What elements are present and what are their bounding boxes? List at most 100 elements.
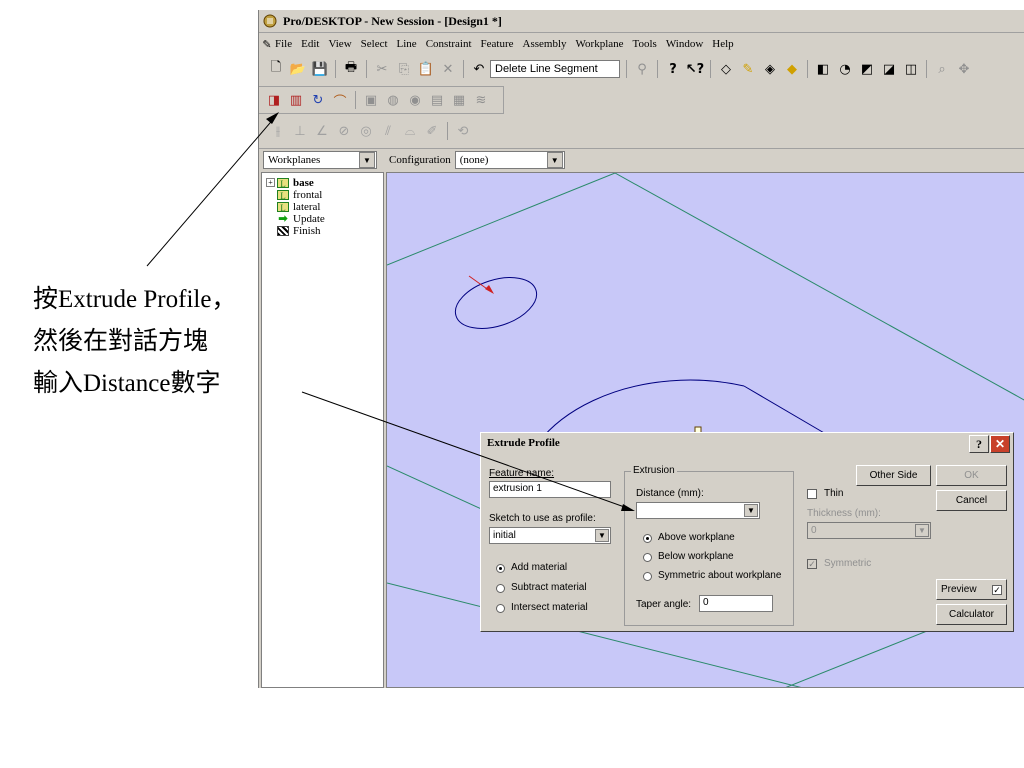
mouse-icon[interactable]: ⚲ <box>631 58 653 80</box>
draft-icon[interactable]: ▤ <box>426 89 448 111</box>
menu-file[interactable]: File <box>275 38 292 50</box>
thin-checkbox[interactable] <box>807 489 817 499</box>
intersect-material-label: Intersect material <box>511 602 588 613</box>
cut-icon[interactable]: ✂ <box>371 58 393 80</box>
menu-edit[interactable]: Edit <box>301 38 319 50</box>
tree-item-label: frontal <box>293 188 323 201</box>
help-button[interactable]: ? <box>969 435 989 453</box>
add-material-radio[interactable] <box>496 564 505 573</box>
view-iso-icon[interactable]: ◩ <box>856 58 878 80</box>
sweep-icon[interactable]: ⌒ <box>329 89 351 111</box>
chamfer-icon[interactable]: ◉ <box>404 89 426 111</box>
tree-item-frontal[interactable]: L frontal <box>277 188 383 201</box>
view-side-icon[interactable]: ◫ <box>900 58 922 80</box>
ok-button[interactable]: OK <box>936 465 1007 486</box>
close-button[interactable]: ✕ <box>990 435 1010 453</box>
menu-line[interactable]: Line <box>397 38 417 50</box>
constraint-equal-icon[interactable]: ⫽ <box>377 120 399 142</box>
context-help-icon[interactable]: ↖? <box>684 58 706 80</box>
calculator-button[interactable]: Calculator <box>936 604 1007 625</box>
sketch-profile-select[interactable]: initial ▼ <box>489 527 611 544</box>
blend-icon[interactable]: ◍ <box>382 89 404 111</box>
menu-tools[interactable]: Tools <box>633 38 657 50</box>
chevron-down-icon[interactable]: ▼ <box>595 529 609 542</box>
configuration-value: (none) <box>459 154 489 166</box>
subtract-material-radio[interactable] <box>496 584 505 593</box>
print-icon[interactable]: 🖶 <box>340 58 362 80</box>
preview-button[interactable]: Preview ✓ <box>936 579 1007 600</box>
revolve-icon[interactable]: ↻ <box>307 89 329 111</box>
menu-view[interactable]: View <box>328 38 351 50</box>
constraint-arc-icon[interactable]: ⌓ <box>399 120 421 142</box>
chevron-down-icon[interactable]: ▼ <box>744 504 758 517</box>
view-pencil-icon[interactable]: ✎ <box>737 58 759 80</box>
constraint-tangent-icon[interactable]: ⊘ <box>333 120 355 142</box>
tree-item-base[interactable]: + L base <box>266 177 383 189</box>
menu-assembly[interactable]: Assembly <box>523 38 567 50</box>
loft-icon[interactable]: ≋ <box>470 89 492 111</box>
menu-workplane[interactable]: Workplane <box>576 38 624 50</box>
chevron-down-icon[interactable]: ▼ <box>359 152 375 168</box>
pan-icon[interactable]: ✥ <box>953 58 975 80</box>
paste-icon[interactable]: 📋 <box>415 58 437 80</box>
annotation-line-2: 然後在對話方塊 <box>33 328 209 355</box>
view-top-icon[interactable]: ◪ <box>878 58 900 80</box>
constraint-angle-icon[interactable]: ∠ <box>311 120 333 142</box>
new-file-icon[interactable]: 🗋 <box>265 58 287 80</box>
thin-label: Thin <box>824 488 844 499</box>
constraint-parallel-icon[interactable]: ⫲ <box>267 120 289 142</box>
chevron-down-icon[interactable]: ▼ <box>546 152 563 168</box>
selection-marker <box>468 275 494 294</box>
tree-item-finish[interactable]: Finish <box>277 225 383 237</box>
constraint-dimension-icon[interactable]: ⟲ <box>452 120 474 142</box>
feature-name-input[interactable]: extrusion 1 <box>489 481 611 498</box>
symmetric-workplane-radio[interactable] <box>643 572 652 581</box>
undo-icon[interactable]: ↶ <box>468 58 490 80</box>
menu-help[interactable]: Help <box>712 38 733 50</box>
browser-selector[interactable]: Workplanes ▼ <box>263 151 377 169</box>
preview-checkbox[interactable]: ✓ <box>992 584 1002 595</box>
below-workplane-radio[interactable] <box>643 553 652 562</box>
symmetric-checkbox[interactable]: ✓ <box>807 559 817 569</box>
tree-item-lateral[interactable]: L lateral <box>277 201 383 213</box>
open-folder-icon[interactable]: 📂 <box>287 58 309 80</box>
menu-feature[interactable]: Feature <box>481 38 514 50</box>
copy-icon[interactable]: ⎘ <box>393 58 415 80</box>
taper-angle-input[interactable]: 0 <box>699 595 773 612</box>
tree-item-update[interactable]: ➡ Update <box>277 213 383 225</box>
distance-input[interactable]: ▼ <box>636 502 760 519</box>
above-workplane-radio[interactable] <box>643 534 652 543</box>
constraint-concentric-icon[interactable]: ◎ <box>355 120 377 142</box>
feature-toolbar: ◨ ▥ ↻ ⌒ ▣ ◍ ◉ ▤ ▦ ≋ <box>259 86 504 114</box>
delete-icon[interactable]: ✕ <box>437 58 459 80</box>
shell-icon[interactable]: ▣ <box>360 89 382 111</box>
extrude-profile-icon[interactable]: ◨ <box>263 89 285 111</box>
zoom-icon[interactable]: ⌕ <box>931 58 953 80</box>
menu-select[interactable]: Select <box>361 38 388 50</box>
finish-flag-icon <box>277 225 289 236</box>
subtract-material-label: Subtract material <box>511 582 587 593</box>
help-icon[interactable]: ? <box>662 58 684 80</box>
menu-window[interactable]: Window <box>666 38 703 50</box>
save-icon[interactable]: 💾 <box>309 58 331 80</box>
chevron-down-icon[interactable]: ▼ <box>915 524 929 537</box>
expand-icon[interactable]: + <box>266 178 275 187</box>
arrow-to-extrude-button <box>146 115 277 267</box>
pattern-icon[interactable]: ▦ <box>448 89 470 111</box>
other-side-button[interactable]: Other Side <box>856 465 931 486</box>
sketch-profile-label: Sketch to use as profile: <box>489 513 596 524</box>
intersect-material-radio[interactable] <box>496 604 505 613</box>
view-box-icon[interactable]: ◈ <box>759 58 781 80</box>
constraint-fix-icon[interactable]: ✐ <box>421 120 443 142</box>
thickness-input[interactable]: 0 ▼ <box>807 522 931 539</box>
view-wireframe-icon[interactable]: ◇ <box>715 58 737 80</box>
constraint-perpendicular-icon[interactable]: ⊥ <box>289 120 311 142</box>
extrude-cut-icon[interactable]: ▥ <box>285 89 307 111</box>
cancel-button[interactable]: Cancel <box>936 490 1007 511</box>
command-field[interactable]: Delete Line Segment <box>490 60 620 78</box>
menu-constraint[interactable]: Constraint <box>426 38 472 50</box>
view-shaded-icon[interactable]: ◆ <box>781 58 803 80</box>
view-rotate-icon[interactable]: ◔ <box>834 58 856 80</box>
configuration-select[interactable]: (none) ▼ <box>454 151 565 169</box>
view-front-icon[interactable]: ◧ <box>812 58 834 80</box>
